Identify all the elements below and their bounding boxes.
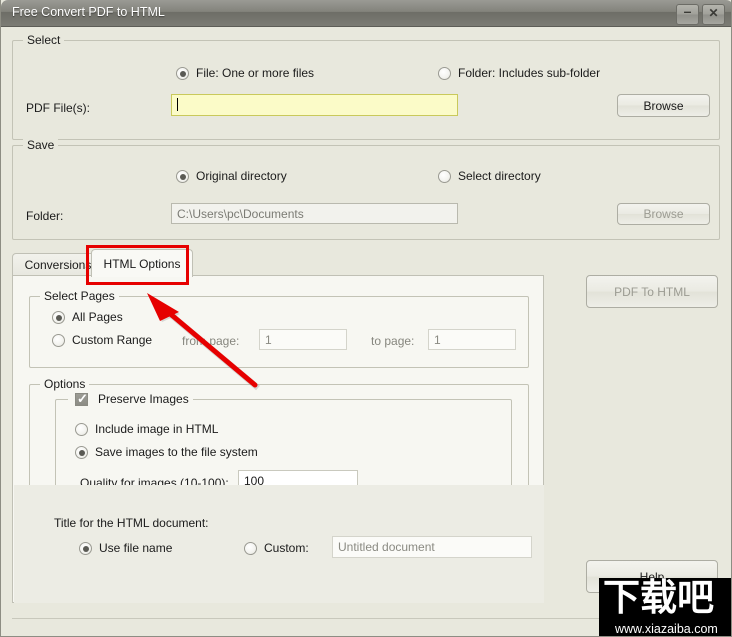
to-page-input[interactable]: 1: [428, 329, 516, 350]
application-window: Free Convert PDF to HTML – ✕ Select File…: [0, 0, 732, 637]
radio-original-directory[interactable]: [176, 170, 189, 183]
radio-include-image[interactable]: [75, 423, 88, 436]
pdf-to-html-button[interactable]: PDF To HTML: [586, 275, 718, 308]
client-area: Select File: One or more files Folder: I…: [1, 27, 731, 635]
radio-save-images-label: Save images to the file system: [95, 445, 258, 459]
title-section-label: Title for the HTML document:: [54, 516, 209, 530]
radio-select-directory-label: Select directory: [458, 169, 541, 183]
watermark: 下载吧 www.xiazaiba.com: [599, 578, 731, 636]
save-group-legend: Save: [23, 138, 59, 152]
pdf-files-input[interactable]: [171, 94, 458, 116]
select-group: Select File: One or more files Folder: I…: [12, 33, 720, 140]
radio-all-pages[interactable]: [52, 311, 65, 324]
tab-conversions-label: Conversions: [24, 258, 92, 272]
window-title: Free Convert PDF to HTML: [12, 5, 165, 19]
custom-title-input[interactable]: Untitled document: [332, 536, 532, 558]
radio-custom-range-label: Custom Range: [72, 333, 153, 347]
radio-include-image-label: Include image in HTML: [95, 422, 219, 436]
checkbox-preserve-images[interactable]: ✓: [75, 391, 88, 406]
select-pages-group: Select Pages All Pages Custom Range from…: [29, 289, 529, 368]
pdf-to-html-label: PDF To HTML: [614, 284, 690, 299]
radio-use-file-name-label: Use file name: [99, 541, 173, 555]
radio-all-pages-label: All Pages: [72, 310, 123, 324]
radio-custom-title-label: Custom:: [264, 541, 309, 555]
radio-use-file-name[interactable]: [79, 542, 92, 555]
folder-input[interactable]: C:\Users\pc\Documents: [171, 203, 458, 224]
minimize-icon: –: [683, 3, 692, 19]
select-group-legend: Select: [23, 33, 65, 47]
tab-strip: Conversions HTML Options: [12, 249, 544, 277]
from-page-label: from page:: [182, 334, 240, 348]
browse-files-button[interactable]: Browse: [617, 94, 710, 117]
to-page-label: to page:: [371, 334, 415, 348]
text-caret: [177, 98, 178, 111]
radio-folder-label: Folder: Includes sub-folder: [458, 66, 601, 80]
close-icon: ✕: [708, 6, 719, 20]
from-page-input[interactable]: 1: [259, 329, 347, 350]
watermark-logo-text: 下载吧: [603, 578, 714, 619]
save-group: Save Original directory Select directory…: [12, 138, 720, 240]
pdf-files-label: PDF File(s):: [26, 101, 90, 115]
title-section-area: Title for the HTML document: Use file na…: [14, 485, 544, 603]
preserve-images-label: Preserve Images: [94, 392, 193, 406]
radio-file-label: File: One or more files: [196, 66, 315, 80]
radio-save-images[interactable]: [75, 446, 88, 459]
tab-html-options[interactable]: HTML Options: [91, 249, 193, 277]
radio-custom-title[interactable]: [244, 542, 257, 555]
folder-label: Folder:: [26, 209, 64, 223]
minimize-button[interactable]: –: [676, 4, 699, 25]
radio-folder[interactable]: [438, 67, 451, 80]
close-button[interactable]: ✕: [702, 4, 725, 25]
radio-select-directory[interactable]: [438, 170, 451, 183]
browse-folder-label: Browse: [643, 207, 684, 221]
radio-original-directory-label: Original directory: [196, 169, 287, 183]
radio-file[interactable]: [176, 67, 189, 80]
watermark-url: www.xiazaiba.com: [615, 622, 718, 636]
checkmark-icon: ✓: [77, 391, 88, 406]
radio-custom-range[interactable]: [52, 334, 65, 347]
html-options-panel: Select Pages All Pages Custom Range from…: [12, 275, 544, 603]
browse-folder-button[interactable]: Browse: [617, 203, 710, 225]
tab-html-options-label: HTML Options: [103, 256, 181, 271]
title-bar: Free Convert PDF to HTML – ✕: [1, 0, 731, 27]
options-legend: Options: [40, 377, 90, 391]
browse-files-label: Browse: [643, 98, 684, 113]
select-pages-legend: Select Pages: [40, 289, 119, 303]
